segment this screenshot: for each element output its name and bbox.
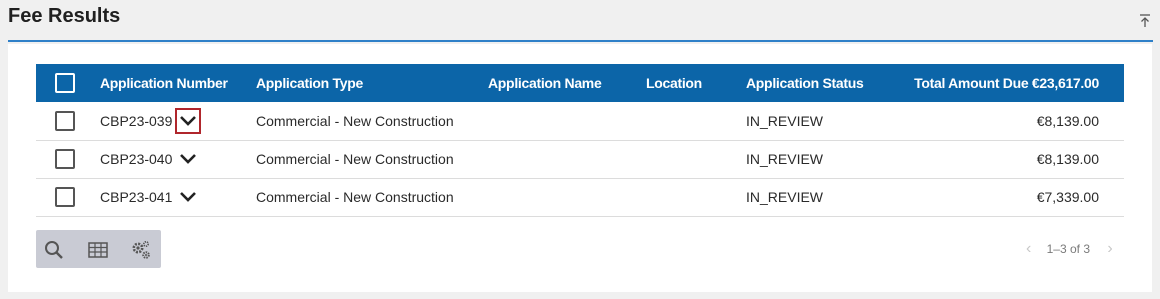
application-name xyxy=(488,140,646,178)
settings-icon[interactable] xyxy=(130,239,152,261)
search-icon[interactable] xyxy=(43,239,65,261)
column-header-application-status[interactable]: Application Status xyxy=(746,64,906,102)
pagination-range: 1–3 of 3 xyxy=(1046,242,1090,256)
previous-page-icon[interactable]: ‹ xyxy=(1023,240,1035,258)
amount-due: €8,139.00 xyxy=(1036,151,1099,167)
table-row: CBP23-040 Commercial - New Construction … xyxy=(36,140,1124,178)
column-header-application-number[interactable]: Application Number xyxy=(100,64,256,102)
page-title: Fee Results xyxy=(8,5,121,27)
application-type: Commercial - New Construction xyxy=(256,189,454,205)
column-header-total-amount-due[interactable]: Total Amount Due €23,617.00 xyxy=(906,64,1124,102)
fee-results-table: Application Number Application Type Appl… xyxy=(36,64,1124,217)
application-status: IN_REVIEW xyxy=(746,189,824,205)
row-checkbox[interactable] xyxy=(55,187,75,207)
application-type: Commercial - New Construction xyxy=(256,151,454,167)
table-header-row: Application Number Application Type Appl… xyxy=(36,64,1124,102)
application-name xyxy=(488,102,646,140)
application-status: IN_REVIEW xyxy=(746,112,824,129)
column-header-application-type[interactable]: Application Type xyxy=(256,64,488,102)
table-row: CBP23-039 Commercial - New Construction … xyxy=(36,102,1124,140)
row-checkbox[interactable] xyxy=(55,110,75,131)
location xyxy=(646,102,746,140)
application-type: Commercial - New Construction xyxy=(256,112,454,129)
collapse-to-top-icon[interactable] xyxy=(1139,14,1151,28)
next-page-icon[interactable]: › xyxy=(1104,240,1116,258)
location xyxy=(646,178,746,216)
application-status: IN_REVIEW xyxy=(746,151,824,167)
application-number: CBP23-039 xyxy=(100,112,173,129)
pagination: ‹ 1–3 of 3 › xyxy=(1023,240,1116,258)
select-all-checkbox[interactable] xyxy=(55,73,75,93)
application-number: CBP23-040 xyxy=(100,151,173,167)
results-panel: Application Number Application Type Appl… xyxy=(8,44,1152,292)
section-header: Fee Results xyxy=(8,0,1153,42)
chevron-down-icon[interactable] xyxy=(175,107,202,134)
chevron-down-icon[interactable] xyxy=(175,146,201,172)
table-row: CBP23-041 Commercial - New Construction … xyxy=(36,178,1124,216)
amount-due: €8,139.00 xyxy=(1036,112,1099,129)
row-checkbox[interactable] xyxy=(55,149,75,169)
table-icon[interactable] xyxy=(87,239,109,261)
application-name xyxy=(488,178,646,216)
application-number: CBP23-041 xyxy=(100,189,173,205)
column-header-application-name[interactable]: Application Name xyxy=(488,64,646,102)
column-header-location[interactable]: Location xyxy=(646,64,746,102)
chevron-down-icon[interactable] xyxy=(175,184,201,210)
amount-due: €7,339.00 xyxy=(1036,189,1099,205)
table-toolbar xyxy=(36,230,161,268)
location xyxy=(646,140,746,178)
